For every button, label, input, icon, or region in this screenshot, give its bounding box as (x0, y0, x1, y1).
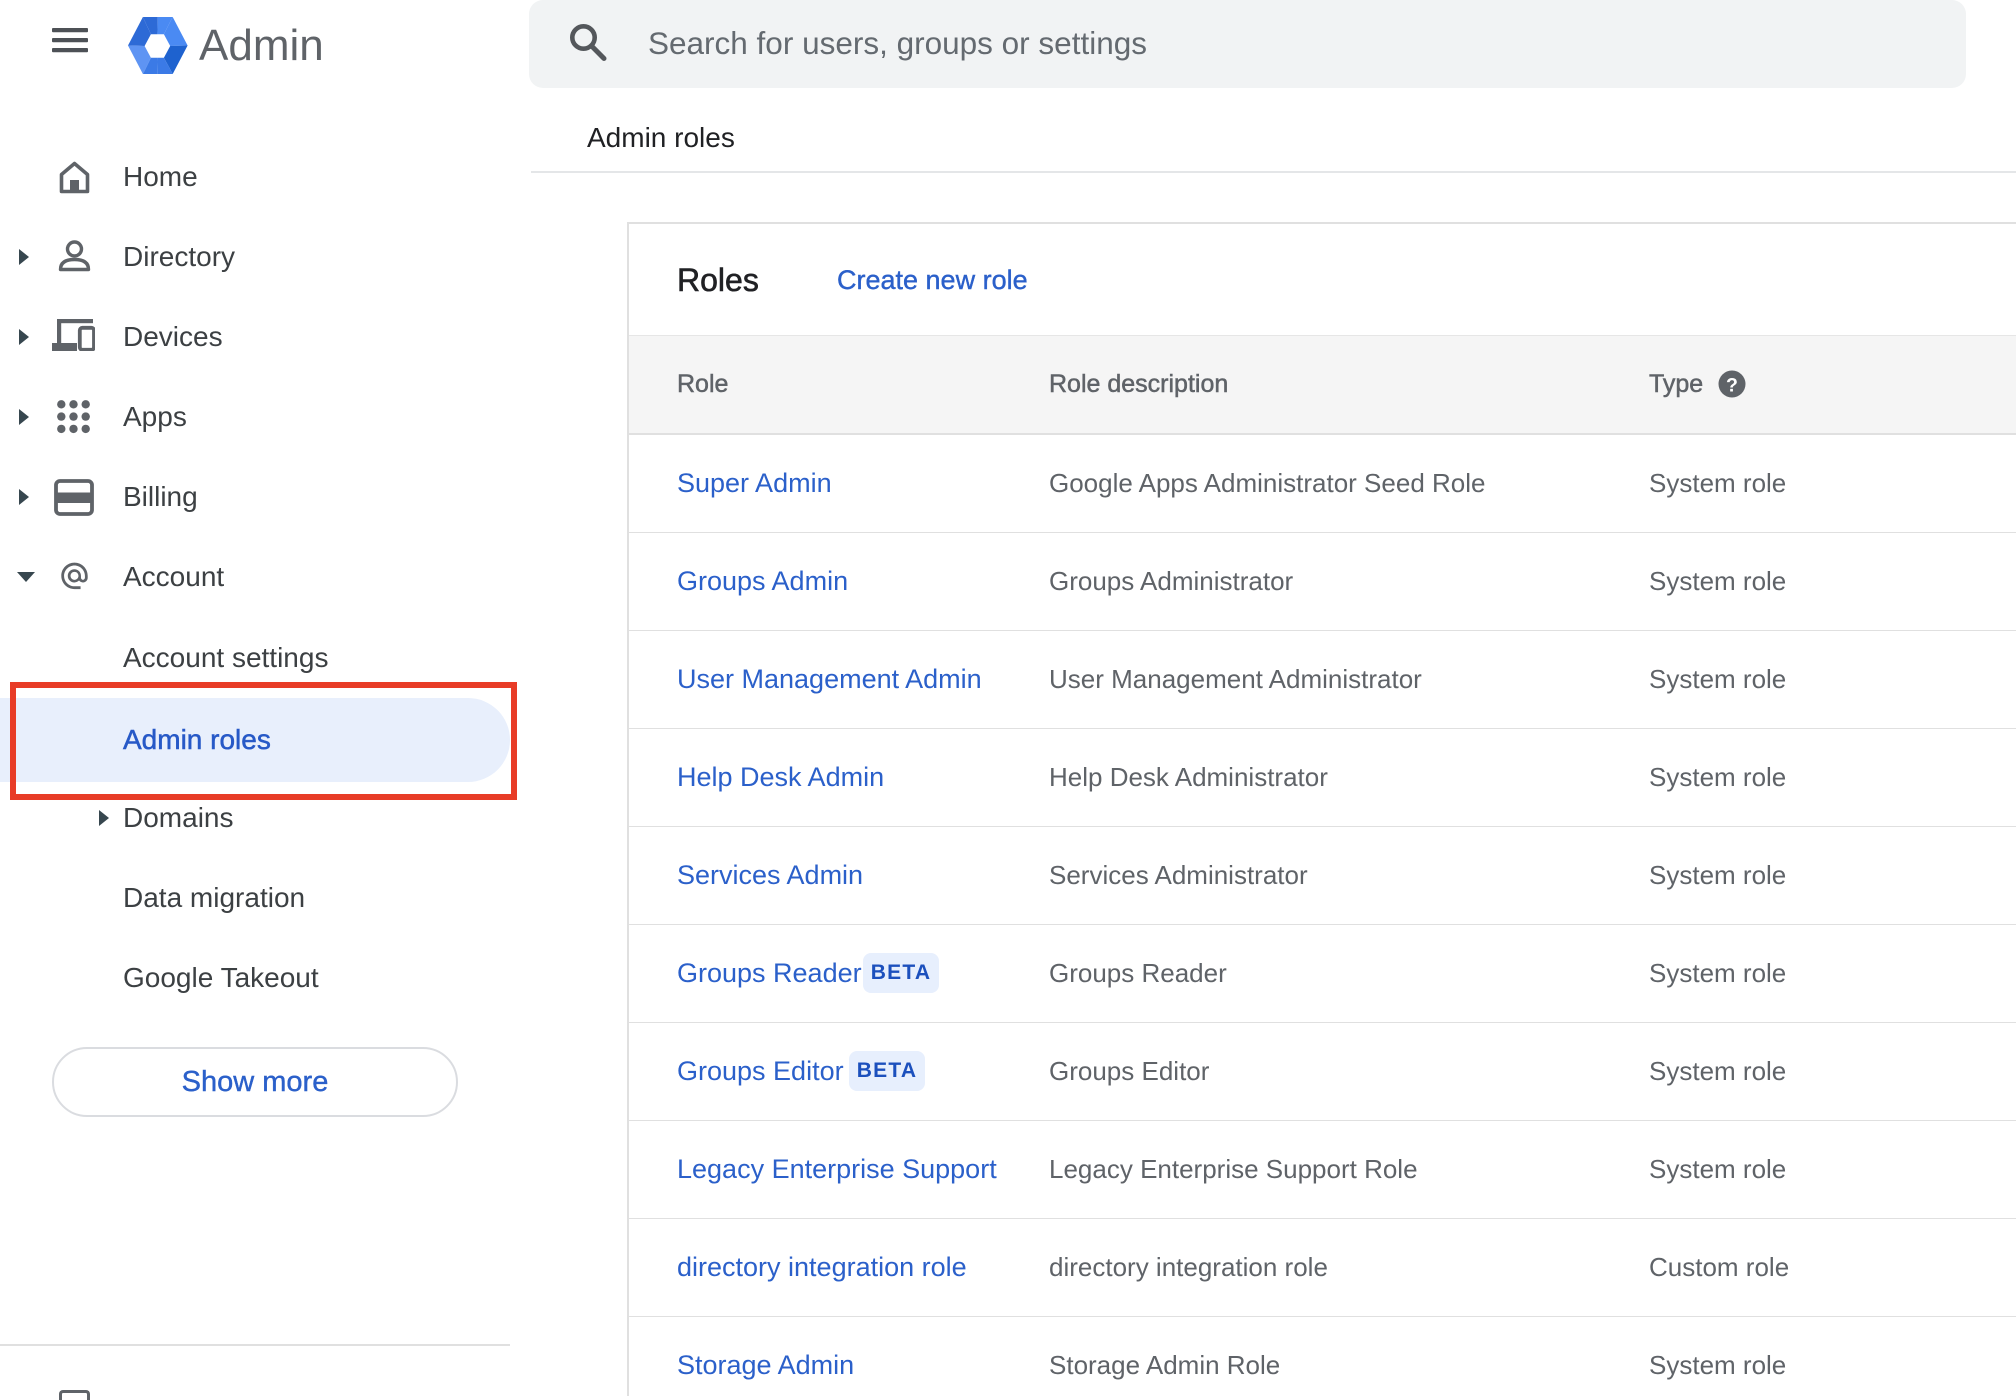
svg-text:?: ? (1726, 375, 1738, 397)
